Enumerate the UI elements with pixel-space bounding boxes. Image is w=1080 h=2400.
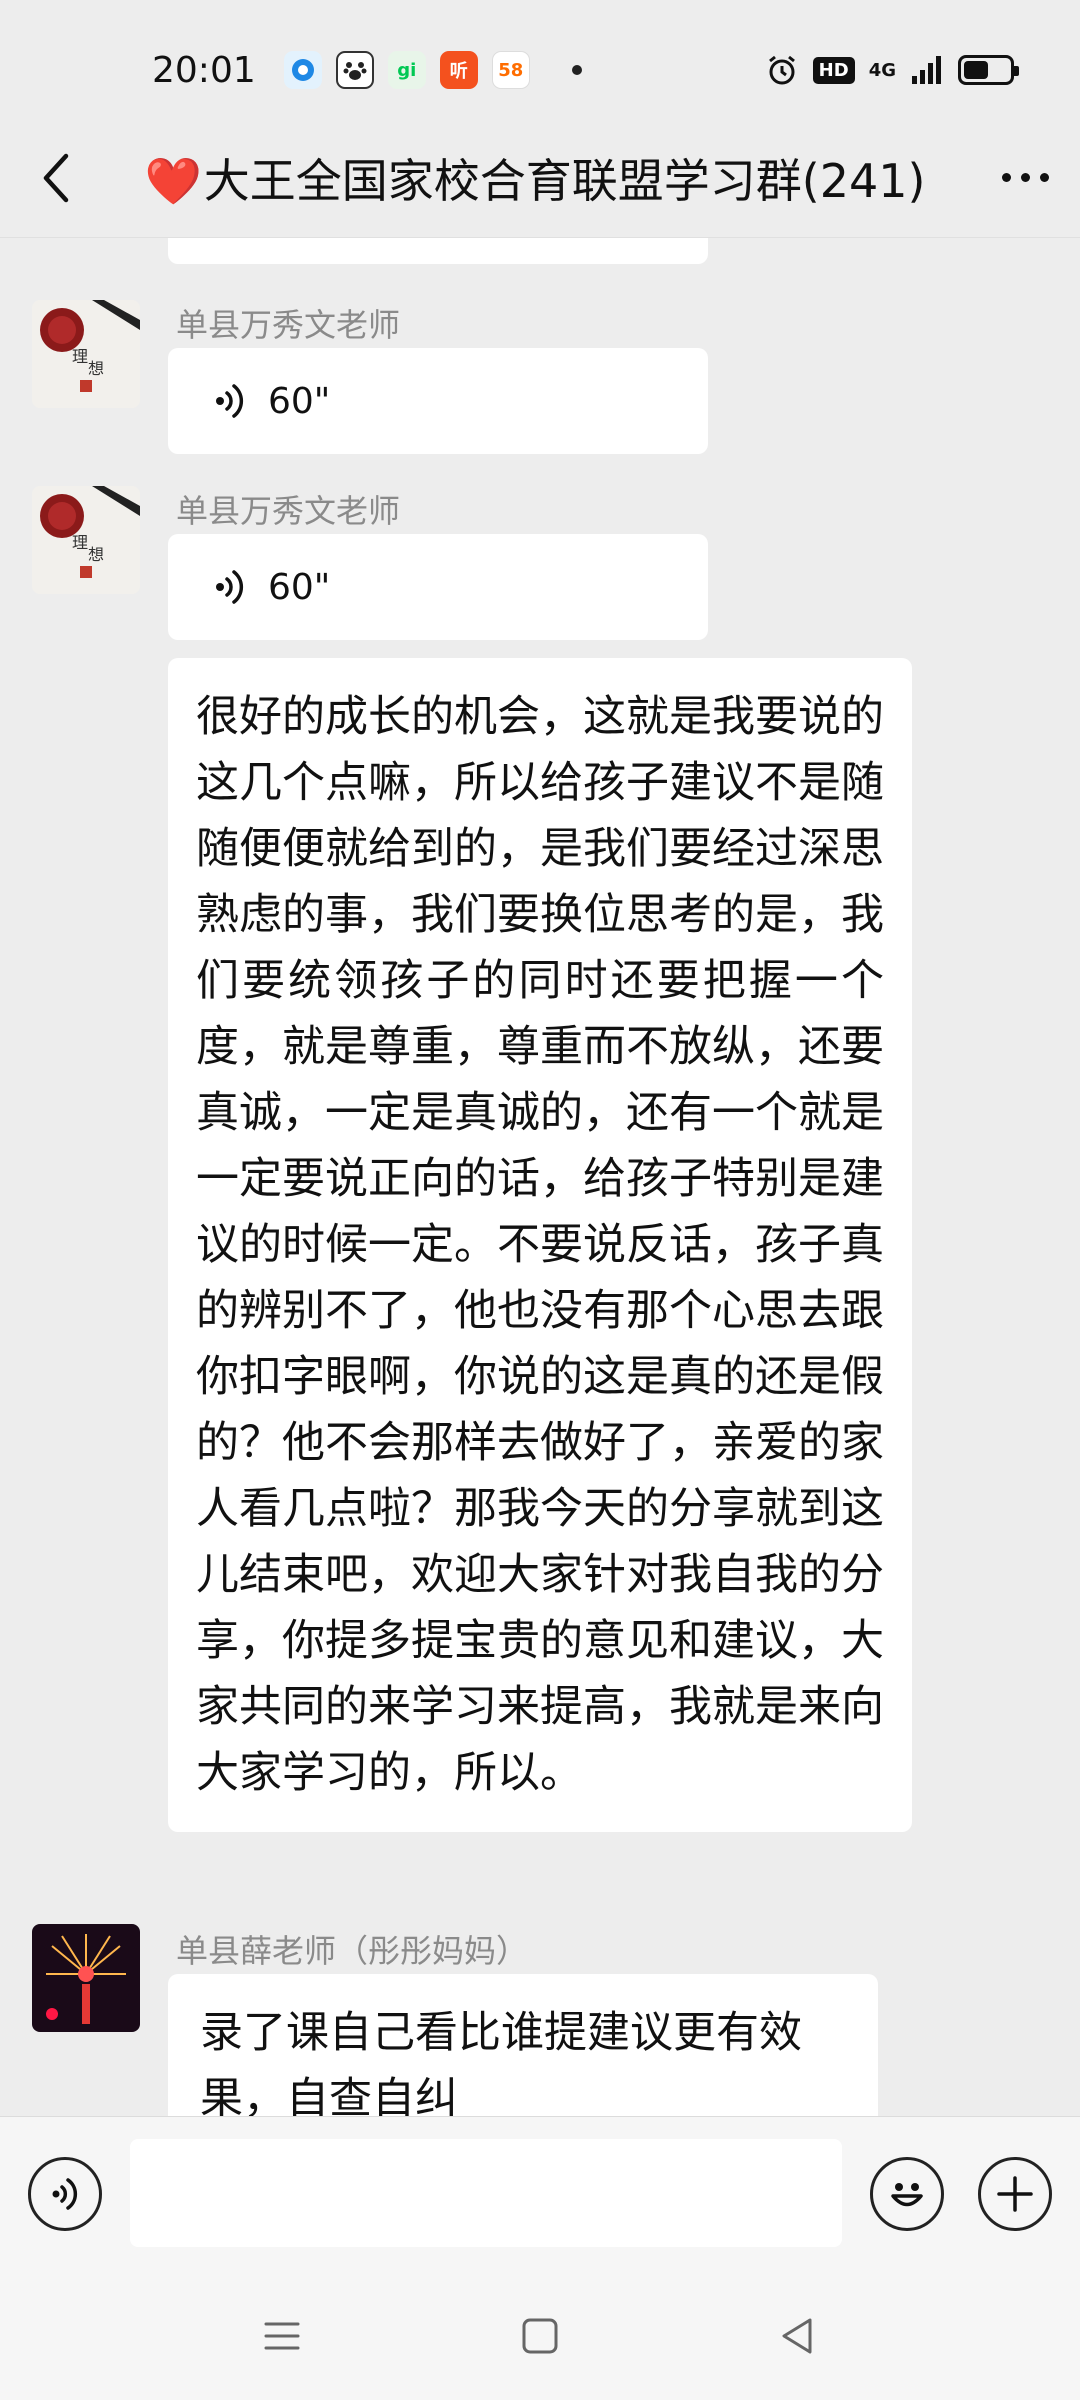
back-button[interactable]: [0, 118, 110, 238]
battery-level-fill: [964, 61, 989, 79]
menu-icon: [264, 2322, 300, 2350]
back-nav-button[interactable]: [758, 2296, 838, 2376]
triangle-back-icon: [782, 2318, 812, 2354]
sender-avatar[interactable]: [32, 1924, 140, 2032]
svg-text:想: 想: [88, 545, 104, 564]
voice-wave-icon: [214, 381, 248, 421]
plus-icon: [997, 2176, 1033, 2212]
partial-message-bubble[interactable]: [168, 238, 708, 264]
input-bar: [0, 2116, 1080, 2272]
text-message-bubble[interactable]: 录了课自己看比谁提建议更有效果，自查自纠: [168, 1974, 878, 2116]
voice-message-bubble[interactable]: 60": [168, 348, 708, 454]
sender-avatar[interactable]: 理 想: [32, 300, 140, 408]
svg-text:理: 理: [72, 347, 88, 366]
text-message-bubble[interactable]: 很好的成长的机会，这就是我要说的这几个点嘛，所以给孩子建议不是随随便便就给到的，…: [168, 658, 912, 1832]
more-notifications-dot: [571, 65, 582, 75]
voice-duration: 60": [268, 380, 331, 422]
battery-icon: [958, 55, 1019, 85]
square-icon: [522, 2318, 558, 2354]
browser-app-icon: [283, 51, 322, 89]
sender-name: 单县万秀文老师: [176, 306, 401, 344]
sender-avatar[interactable]: 理 想: [32, 486, 140, 594]
chat-title: ❤️大王全国家校合育联盟学习群(241): [110, 145, 970, 211]
svg-text:理: 理: [72, 533, 88, 552]
home-nav-button[interactable]: [500, 2296, 580, 2376]
group-name: 大王全国家校合育联盟学习群(241): [203, 153, 926, 208]
voice-message-bubble[interactable]: 60": [168, 534, 708, 640]
iqiyi-app-icon: gi: [387, 51, 426, 89]
more-options-button[interactable]: [970, 118, 1080, 238]
dot-icon: [1001, 173, 1011, 182]
chat-header: ❤️大王全国家校合育联盟学习群(241): [0, 118, 1080, 238]
status-time: 20:01: [152, 49, 256, 91]
dot-icon: [1020, 173, 1030, 182]
notification-icons: gi 听 58: [283, 51, 582, 89]
alarm-icon: [768, 55, 795, 85]
sender-name: 单县万秀文老师: [176, 492, 401, 530]
ting-app-icon: 听: [439, 51, 478, 89]
58-app-icon: 58: [491, 51, 530, 89]
network-type: 4G: [868, 59, 896, 81]
baidu-app-icon: [335, 51, 374, 89]
voice-wave-icon: [52, 2178, 78, 2210]
voice-input-button[interactable]: [28, 2157, 102, 2231]
emoji-button[interactable]: [870, 2157, 944, 2231]
dot-icon: [1039, 173, 1049, 182]
message-list[interactable]: 理 想 单县万秀文老师 60" 理 想 单县万秀文老师 60" 很好的成长的机会…: [0, 238, 1080, 2116]
message-input[interactable]: [130, 2139, 842, 2247]
heart-emoji: ❤️: [144, 153, 202, 208]
smiley-icon: [891, 2183, 923, 2207]
menu-nav-button[interactable]: [242, 2296, 322, 2376]
more-functions-button[interactable]: [978, 2157, 1052, 2231]
system-navigation-bar: [0, 2272, 1080, 2400]
system-status-icons: HD 4G: [765, 53, 1019, 87]
voice-wave-icon: [214, 567, 248, 607]
chevron-left-icon: [43, 153, 69, 202]
signal-icon: [912, 56, 941, 84]
svg-text:想: 想: [88, 359, 104, 378]
hd-badge: HD: [812, 56, 855, 84]
sender-name: 单县薛老师（彤彤妈妈）: [176, 1932, 529, 1970]
voice-duration: 60": [268, 566, 331, 608]
